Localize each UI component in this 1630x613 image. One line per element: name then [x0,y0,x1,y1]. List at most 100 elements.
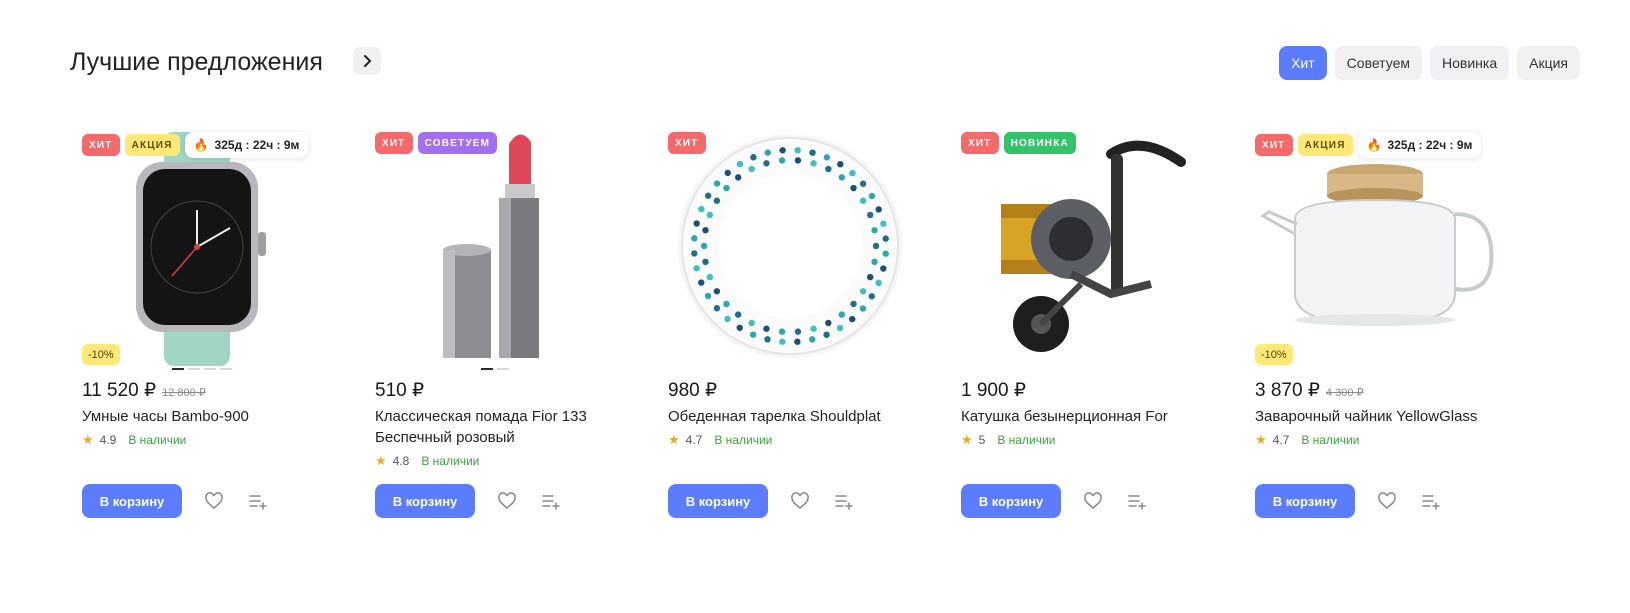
card-actions: В корзину [668,484,856,518]
add-to-cart-button[interactable]: В корзину [1255,484,1355,518]
add-to-cart-button[interactable]: В корзину [961,484,1061,518]
add-to-list-icon[interactable] [1419,489,1443,513]
fire-icon: 🔥 [1366,138,1382,152]
rating-row: ★ 4.9 В наличии [82,432,186,448]
star-icon: ★ [1255,432,1267,447]
product-card[interactable]: ХИТ АКЦИЯ 🔥 325д : 22ч : 9м -10% 11 520 ₽… [82,124,332,544]
teapot-image [1260,164,1494,326]
chevron-right-icon [364,55,371,67]
price: 980 ₽ [668,380,718,401]
star-icon: ★ [375,453,387,468]
badge-hit: ХИТ [375,132,413,154]
product-card[interactable]: ХИТ НОВИНКА 1 900 ₽ Катушка безынерционн… [961,124,1211,544]
price-row: 1 900 ₽ [961,379,1026,402]
product-card[interactable]: ХИТ АКЦИЯ 🔥 325д : 22ч : 9м -10% 3 870 ₽ … [1255,124,1505,544]
filter-new[interactable]: Новинка [1430,46,1510,80]
countdown-timer: 🔥 325д : 22ч : 9м [1357,132,1482,158]
favorite-icon[interactable] [1081,489,1105,513]
star-icon: ★ [961,432,973,447]
star-icon: ★ [82,432,94,447]
pager-dot[interactable] [481,368,493,370]
badge-sale: АКЦИЯ [124,134,180,156]
product-name[interactable]: Обеденная тарелка Shouldplat [668,406,918,427]
badges: ХИТ АКЦИЯ 🔥 325д : 22ч : 9м [82,132,309,158]
badges: ХИТ АКЦИЯ 🔥 325д : 22ч : 9м [1255,132,1482,158]
rating-value: 4.9 [99,433,117,447]
discount-badge: -10% [1255,344,1293,365]
card-actions: В корзину [82,484,270,518]
badges: ХИТ [668,132,706,154]
product-image[interactable] [961,124,1211,378]
product-name[interactable]: Классическая помада Fior 133 Беспечный р… [375,406,625,448]
image-pager[interactable] [481,368,509,370]
add-to-list-icon[interactable] [1125,489,1149,513]
rating-row: ★ 4.7 В наличии [668,432,772,448]
card-actions: В корзину [961,484,1149,518]
section-arrow-button[interactable] [353,47,381,75]
add-to-list-icon[interactable] [246,489,270,513]
rating-value: 4.7 [1272,433,1290,447]
product-name[interactable]: Умные часы Bambo-900 [82,406,332,427]
product-card[interactable]: ХИТ СОВЕТУЕМ 510 ₽ Классическая помада F… [375,124,625,544]
star-icon: ★ [668,432,680,447]
pager-dot[interactable] [188,368,200,370]
image-pager[interactable] [172,368,232,370]
badges: ХИТ НОВИНКА [961,132,1076,154]
product-card[interactable]: ХИТ 980 ₽ Обеденная тарелка Shouldplat ★… [668,124,918,544]
filter-tabs: Хит Советуем Новинка Акция [1279,46,1580,80]
product-name[interactable]: Катушка безынерционная For [961,406,1211,427]
price-row: 980 ₽ [668,379,717,402]
old-price: 12 800 ₽ [162,387,206,399]
filter-sale[interactable]: Акция [1517,46,1580,80]
product-image[interactable] [1255,124,1505,378]
section-header: Лучшие предложения Хит Советуем Новинка … [70,44,1580,84]
price-row: 510 ₽ [375,379,424,402]
plate-image [678,134,902,358]
card-actions: В корзину [375,484,563,518]
stock-status: В наличии [421,454,480,468]
filter-hit[interactable]: Хит [1279,46,1327,80]
badge-hit: ХИТ [82,134,120,156]
pager-dot[interactable] [204,368,216,370]
add-to-cart-button[interactable]: В корзину [375,484,475,518]
price: 3 870 ₽ [1255,380,1320,401]
badge-sale: АКЦИЯ [1297,134,1353,156]
rating-row: ★ 4.8 В наличии [375,453,479,469]
pager-dot[interactable] [172,368,184,370]
favorite-icon[interactable] [788,489,812,513]
stock-status: В наличии [714,433,773,447]
card-actions: В корзину [1255,484,1443,518]
rating-row: ★ 5 В наличии [961,432,1055,448]
rating-value: 4.7 [685,433,703,447]
rating-value: 4.8 [392,454,410,468]
filter-recommend[interactable]: Советуем [1334,46,1422,80]
lipstick-image [443,134,539,358]
product-name[interactable]: Заварочный чайник YellowGlass [1255,406,1505,427]
pager-dot[interactable] [497,368,509,370]
price: 510 ₽ [375,380,425,401]
fishing-reel-image [1001,140,1186,352]
product-image[interactable] [375,124,625,378]
stock-status: В наличии [997,433,1056,447]
add-to-list-icon[interactable] [539,489,563,513]
stock-status: В наличии [128,433,187,447]
favorite-icon[interactable] [202,489,226,513]
price-row: 3 870 ₽ 4 300 ₽ [1255,379,1364,402]
price: 1 900 ₽ [961,380,1026,401]
add-to-list-icon[interactable] [832,489,856,513]
countdown-timer: 🔥 325д : 22ч : 9м [184,132,309,158]
favorite-icon[interactable] [495,489,519,513]
badge-hit: ХИТ [961,132,999,154]
badge-new: НОВИНКА [1003,132,1076,154]
add-to-cart-button[interactable]: В корзину [668,484,768,518]
rating-row: ★ 4.7 В наличии [1255,432,1359,448]
product-image[interactable] [668,124,918,378]
badge-hit: ХИТ [1255,134,1293,156]
product-image[interactable] [82,124,332,378]
price: 11 520 ₽ [82,380,157,401]
price-row: 11 520 ₽ 12 800 ₽ [82,379,206,402]
pager-dot[interactable] [220,368,232,370]
badges: ХИТ СОВЕТУЕМ [375,132,498,154]
favorite-icon[interactable] [1375,489,1399,513]
add-to-cart-button[interactable]: В корзину [82,484,182,518]
